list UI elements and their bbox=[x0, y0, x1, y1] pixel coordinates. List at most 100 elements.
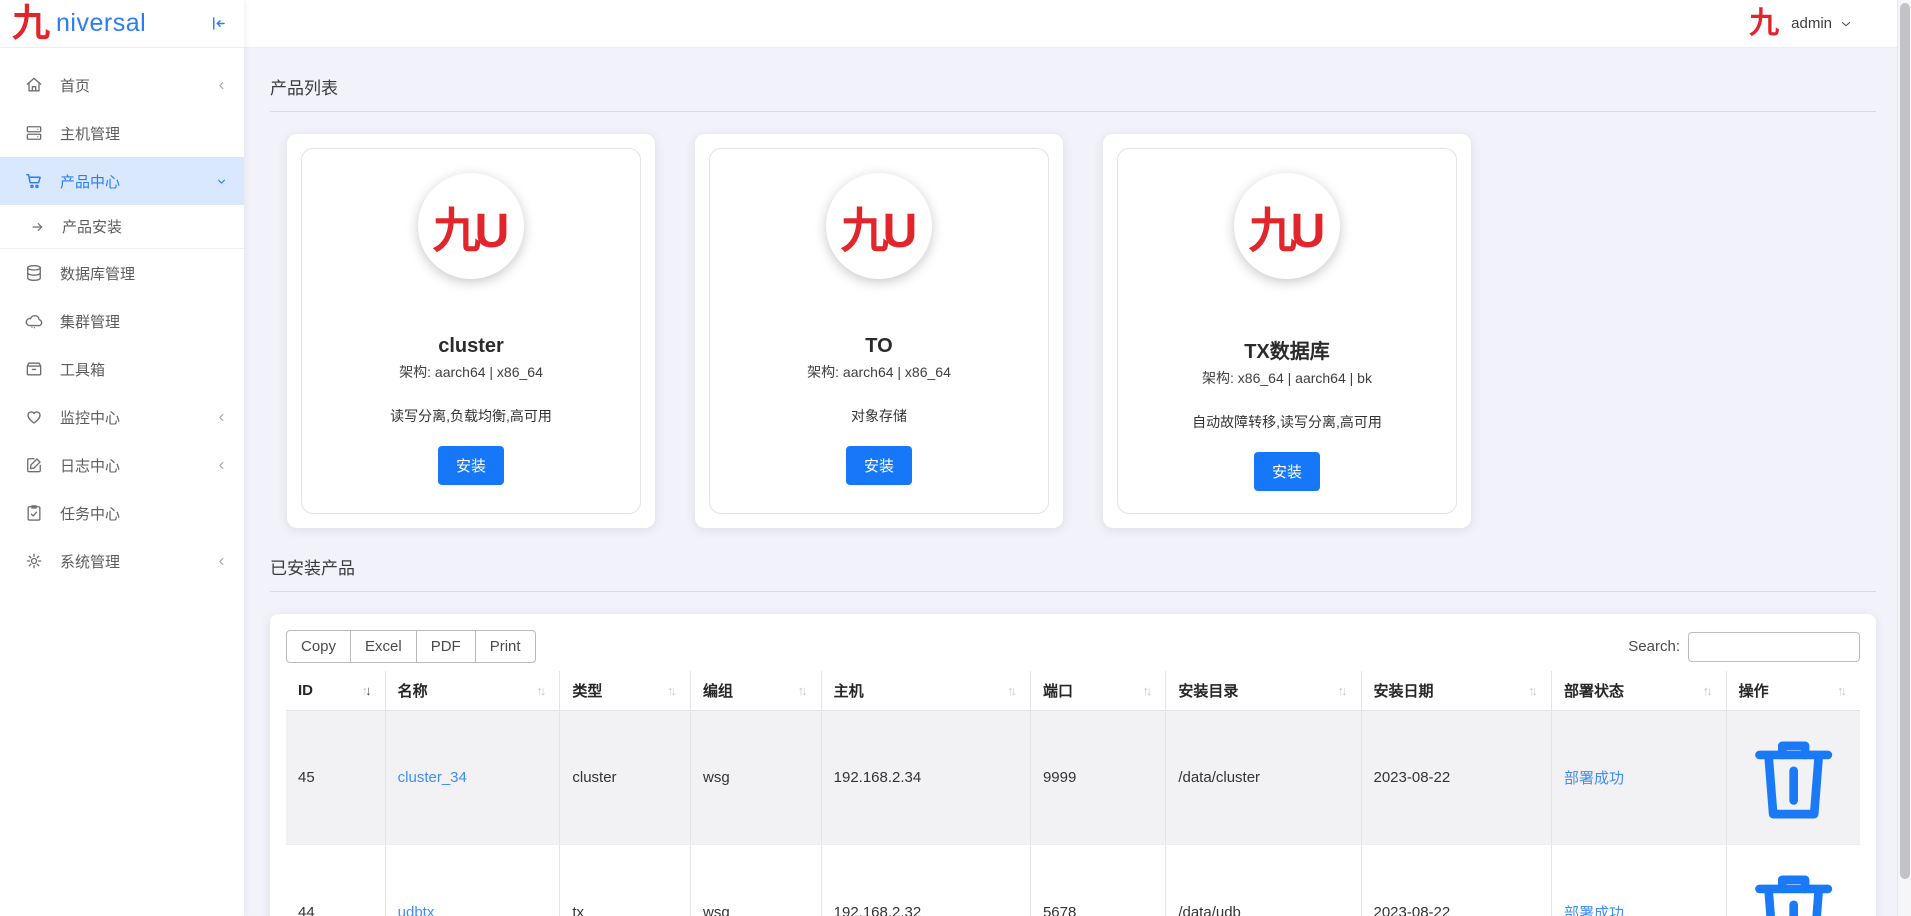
deploy-status-link[interactable]: 部署成功 bbox=[1564, 770, 1624, 787]
sidebar-item-product-install[interactable]: 产品安装 bbox=[0, 205, 244, 249]
product-list-section: 产品列表 九U cluster 架构: aarch64 | x86_64 读写分… bbox=[270, 74, 1876, 528]
column-header-type[interactable]: 类型↑↓ bbox=[560, 671, 691, 711]
arrow-right-icon bbox=[30, 219, 46, 235]
cell-group: wsg bbox=[691, 711, 822, 845]
sidebar-item-label: 产品安装 bbox=[62, 216, 122, 237]
column-header-name[interactable]: 名称↑↓ bbox=[385, 671, 560, 711]
product-description: 自动故障转移,读写分离,高可用 bbox=[1132, 412, 1442, 432]
excel-button[interactable]: Excel bbox=[350, 630, 417, 663]
main-content: 产品列表 九U cluster 架构: aarch64 | x86_64 读写分… bbox=[244, 48, 1897, 916]
sidebar-item-task-center[interactable]: 任务中心 bbox=[0, 489, 244, 537]
product-logo-icon: 九U bbox=[433, 191, 510, 261]
sort-icons: ↑↓ bbox=[667, 683, 678, 698]
product-card-tx-database: 九U TX数据库 架构: x86_64 | aarch64 | bk 自动故障转… bbox=[1103, 134, 1471, 528]
deploy-status-link[interactable]: 部署成功 bbox=[1564, 905, 1624, 916]
column-header-install-date[interactable]: 安装日期↑↓ bbox=[1361, 671, 1551, 711]
cart-icon bbox=[24, 171, 44, 191]
column-header-host[interactable]: 主机↑↓ bbox=[821, 671, 1030, 711]
product-logo-icon: 九U bbox=[1249, 191, 1326, 261]
edit-icon bbox=[24, 455, 44, 475]
product-description: 对象存储 bbox=[724, 406, 1034, 426]
cell-group: wsg bbox=[691, 845, 822, 916]
product-cards: 九U cluster 架构: aarch64 | x86_64 读写分离,负载均… bbox=[287, 134, 1876, 528]
sort-icons: ↑↓ bbox=[362, 683, 373, 698]
delete-icon[interactable] bbox=[1739, 857, 1848, 916]
sidebar-item-toolbox[interactable]: 工具箱 bbox=[0, 345, 244, 393]
brand-name: niversal bbox=[56, 9, 146, 38]
cloud-icon bbox=[24, 311, 44, 331]
cell-id: 45 bbox=[286, 711, 385, 845]
product-arch: 架构: aarch64 | x86_64 bbox=[316, 362, 626, 382]
column-header-actions[interactable]: 操作↑↓ bbox=[1726, 671, 1860, 711]
product-card-to: 九U TO 架构: aarch64 | x86_64 对象存储 安装 bbox=[695, 134, 1063, 528]
sidebar-item-home[interactable]: 首页 bbox=[0, 61, 244, 109]
sidebar-item-product-center[interactable]: 产品中心 bbox=[0, 157, 244, 205]
cell-id: 44 bbox=[286, 845, 385, 916]
sidebar: 九 niversal 首页 主机管理 产品中心 产品安装 数据库管理 bbox=[0, 0, 244, 916]
copy-button[interactable]: Copy bbox=[286, 630, 351, 663]
username: admin bbox=[1791, 15, 1832, 32]
cell-install-dir: /data/cluster bbox=[1166, 711, 1361, 845]
sidebar-item-monitoring-center[interactable]: 监控中心 bbox=[0, 393, 244, 441]
search-input[interactable] bbox=[1688, 632, 1860, 662]
column-header-install-dir[interactable]: 安装目录↑↓ bbox=[1166, 671, 1361, 711]
chevron-left-icon bbox=[215, 555, 228, 568]
brand-logo-icon: 九 bbox=[1749, 8, 1779, 40]
install-button[interactable]: 安装 bbox=[438, 446, 504, 485]
clipboard-check-icon bbox=[24, 503, 44, 523]
sort-icons: ↑↓ bbox=[1528, 683, 1539, 698]
collapse-sidebar-icon[interactable] bbox=[209, 14, 228, 33]
database-icon bbox=[24, 263, 44, 283]
sort-icons: ↑↓ bbox=[1703, 683, 1714, 698]
table-toolbar: Copy Excel PDF Print Search: bbox=[286, 630, 1860, 663]
sort-icons: ↑↓ bbox=[1007, 683, 1018, 698]
cell-port: 9999 bbox=[1030, 711, 1165, 845]
user-menu[interactable]: admin bbox=[1791, 15, 1853, 32]
sort-icons: ↑↓ bbox=[1338, 683, 1349, 698]
product-logo: 九U bbox=[418, 173, 524, 279]
sidebar-item-cluster-management[interactable]: 集群管理 bbox=[0, 297, 244, 345]
heart-icon bbox=[24, 407, 44, 427]
cell-install-date: 2023-08-22 bbox=[1361, 845, 1551, 916]
column-header-port[interactable]: 端口↑↓ bbox=[1030, 671, 1165, 711]
install-button[interactable]: 安装 bbox=[846, 446, 912, 485]
install-button[interactable]: 安装 bbox=[1254, 452, 1320, 491]
column-header-group[interactable]: 编组↑↓ bbox=[691, 671, 822, 711]
cell-type: cluster bbox=[560, 711, 691, 845]
chevron-down-icon bbox=[215, 175, 228, 188]
product-name: TX数据库 bbox=[1132, 335, 1442, 364]
product-name-link[interactable]: udbtx bbox=[398, 904, 435, 916]
section-title-products: 产品列表 bbox=[270, 74, 1876, 99]
sidebar-item-host-management[interactable]: 主机管理 bbox=[0, 109, 244, 157]
print-button[interactable]: Print bbox=[475, 630, 536, 663]
product-name-link[interactable]: cluster_34 bbox=[398, 769, 467, 786]
top-bar: 九 admin bbox=[244, 0, 1911, 48]
product-card-cluster: 九U cluster 架构: aarch64 | x86_64 读写分离,负载均… bbox=[287, 134, 655, 528]
sort-icons: ↑↓ bbox=[1142, 683, 1153, 698]
product-arch: 架构: aarch64 | x86_64 bbox=[724, 362, 1034, 382]
cell-type: tx bbox=[560, 845, 691, 916]
sidebar-item-label: 主机管理 bbox=[60, 123, 120, 144]
cell-install-dir: /data/udb bbox=[1166, 845, 1361, 916]
scrollbar-thumb[interactable] bbox=[1900, 3, 1910, 879]
table-row: 45 cluster_34 cluster wsg 192.168.2.34 9… bbox=[286, 711, 1860, 845]
sidebar-item-label: 系统管理 bbox=[60, 551, 120, 572]
sidebar-item-database-management[interactable]: 数据库管理 bbox=[0, 249, 244, 297]
home-icon bbox=[24, 75, 44, 95]
sidebar-item-label: 工具箱 bbox=[60, 359, 105, 380]
column-header-id[interactable]: ID↑↓ bbox=[286, 671, 385, 711]
sidebar-item-system-management[interactable]: 系统管理 bbox=[0, 537, 244, 585]
cell-host: 192.168.2.34 bbox=[821, 711, 1030, 845]
delete-icon[interactable] bbox=[1739, 723, 1848, 832]
installed-products-panel: Copy Excel PDF Print Search: bbox=[270, 614, 1876, 916]
cell-host: 192.168.2.32 bbox=[821, 845, 1030, 916]
column-header-deploy-status[interactable]: 部署状态↑↓ bbox=[1551, 671, 1726, 711]
product-logo: 九U bbox=[1234, 173, 1340, 279]
table-row: 44 udbtx tx wsg 192.168.2.32 5678 /data/… bbox=[286, 845, 1860, 916]
installed-products-table: ID↑↓ 名称↑↓ 类型↑↓ 编组↑↓ 主机↑↓ 端口↑↓ 安装目录↑↓ 安装日… bbox=[286, 671, 1860, 916]
sidebar-item-log-center[interactable]: 日志中心 bbox=[0, 441, 244, 489]
product-logo: 九U bbox=[826, 173, 932, 279]
scrollbar-track[interactable] bbox=[1897, 0, 1911, 916]
pdf-button[interactable]: PDF bbox=[416, 630, 476, 663]
product-name: cluster bbox=[316, 335, 626, 358]
